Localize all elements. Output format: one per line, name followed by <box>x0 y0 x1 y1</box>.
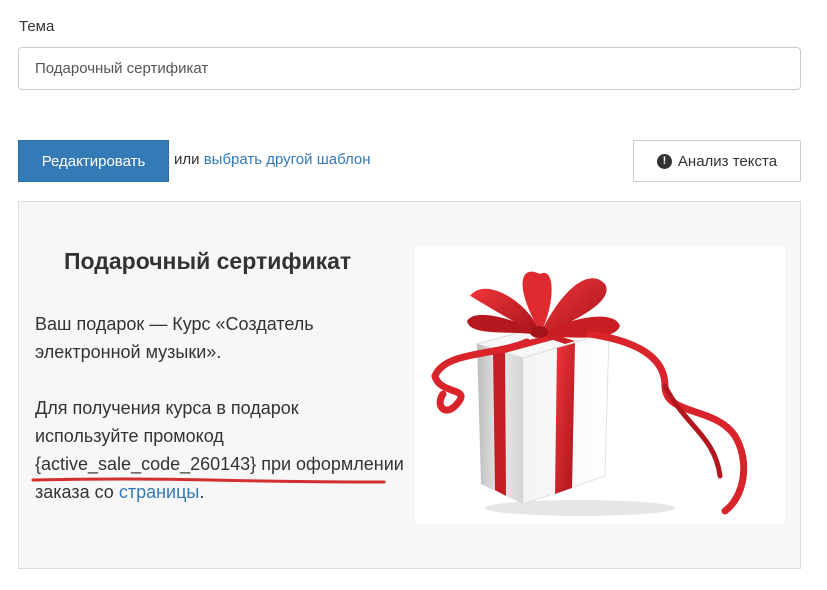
analyze-text-button[interactable]: ! Анализ текста <box>633 140 801 182</box>
subject-input[interactable] <box>18 47 801 90</box>
analyze-text-label: Анализ текста <box>677 152 778 170</box>
editor-toolbar: Редактировать или выбрать другой шаблон … <box>18 140 801 182</box>
gift-box-image <box>415 246 785 524</box>
period: . <box>199 482 205 502</box>
promo-code-text: {active_sale_code_260143} <box>35 454 257 474</box>
alert-circle-icon: ! <box>656 153 672 169</box>
subject-label: Тема <box>19 18 55 35</box>
promo-code: {active_sale_code_260143} <box>31 450 386 484</box>
certificate-title: Подарочный сертификат <box>64 248 352 274</box>
certificate-body: Ваш подарок — Курс «Создатель электронно… <box>31 310 405 534</box>
choose-template-link[interactable]: выбрать другой шаблон <box>204 151 371 168</box>
gift-description: Ваш подарок — Курс «Создатель электронно… <box>35 314 314 362</box>
or-label: или <box>174 151 200 168</box>
or-text: или выбрать другой шаблон <box>174 151 371 168</box>
page-link[interactable]: страницы <box>119 482 200 502</box>
email-preview: Подарочный сертификат Ваш подарок — Курс… <box>18 201 801 569</box>
edit-button[interactable]: Редактировать <box>18 140 169 182</box>
promo-instructions: Для получения курса в подарок используйт… <box>31 394 405 506</box>
promo-text-before: Для получения курса в подарок используйт… <box>35 398 299 446</box>
